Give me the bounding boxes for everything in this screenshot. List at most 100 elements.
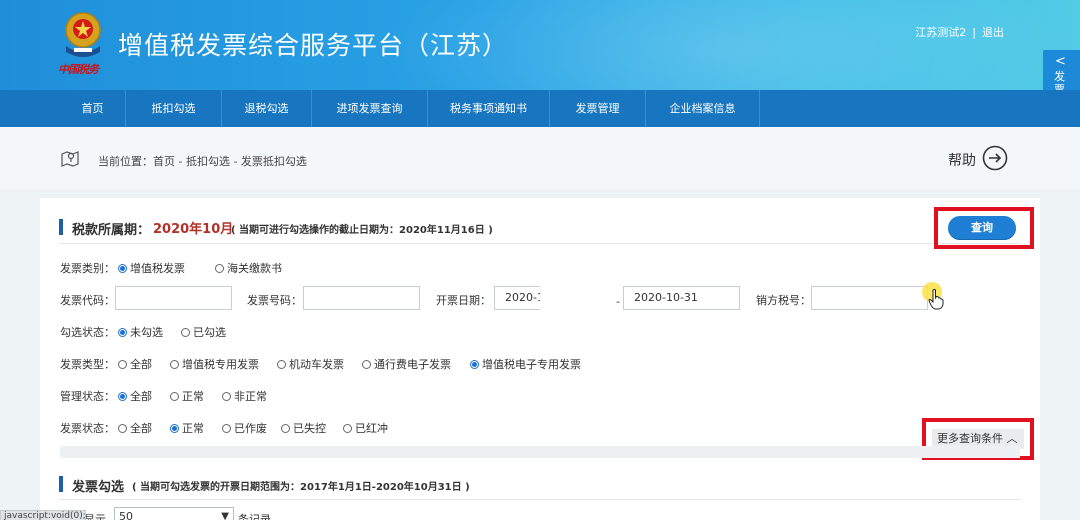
- radio-unchecked-icon: [222, 424, 231, 433]
- invoice-status-label: 发票状态：: [60, 422, 115, 435]
- help-link[interactable]: 帮助: [948, 150, 976, 170]
- highlight-query-box: [934, 207, 1034, 249]
- nav-home[interactable]: 首页: [60, 90, 126, 127]
- page-size-value: 50: [119, 510, 133, 520]
- divider: [60, 243, 1020, 244]
- breadcrumb: 当前位置：首页 - 抵扣勾选 - 发票抵扣勾选: [98, 155, 307, 168]
- radio-unchecked-icon: [118, 360, 127, 369]
- radio-unchecked-icon: [362, 360, 371, 369]
- period-title: 税款所属期：: [72, 223, 151, 238]
- user-separator: |: [972, 26, 976, 39]
- page-size-select[interactable]: 50 ▼: [114, 507, 234, 520]
- nav-company-profile[interactable]: 企业档案信息: [646, 90, 760, 127]
- radio-unchecked-icon: [277, 360, 286, 369]
- user-area: 江苏测试2 | 退出: [915, 24, 1004, 40]
- tax-emblem-icon: [65, 12, 101, 57]
- radio-manage-abnormal[interactable]: 非正常: [222, 388, 267, 404]
- radio-unchecked-icon: [281, 424, 290, 433]
- radio-vat-invoice[interactable]: 增值税发票: [118, 260, 185, 276]
- seller-tax-id-input[interactable]: [811, 286, 928, 310]
- section-marker: [59, 219, 63, 235]
- option-label: 正常: [182, 390, 204, 403]
- site-title: 增值税发票综合服务平台（江苏）: [118, 31, 509, 60]
- radio-checked-icon: [118, 328, 127, 337]
- records-label: 条记录: [238, 513, 271, 520]
- main-nav: 首页 抵扣勾选 退税勾选 进项发票查询 税务事项通知书 发票管理 企业档案信息: [0, 90, 1080, 127]
- brand-signature: 中国税务: [58, 63, 99, 76]
- radio-unchecked-icon: [170, 392, 179, 401]
- select-range-note: ( 当期可勾选发票的开票日期范围为：2017年1月1日-2020年10月31日 …: [132, 482, 470, 493]
- chevron-down-icon: ▼: [221, 511, 229, 520]
- nav-refund-select[interactable]: 退税勾选: [222, 90, 312, 127]
- arrow-right-circle-icon[interactable]: [982, 145, 1008, 171]
- invoice-code-label: 发票代码：: [60, 294, 115, 307]
- invoice-type-label: 发票类型：: [60, 358, 115, 371]
- nav-tax-notice[interactable]: 税务事项通知书: [428, 90, 550, 127]
- period-deadline-note: ( 当期可进行勾选操作的截止日期为：2020年11月16日 ): [231, 225, 493, 236]
- map-location-icon: [61, 151, 79, 167]
- radio-unchecked-icon: [170, 360, 179, 369]
- radio-status-out-of-control[interactable]: 已失控: [281, 420, 326, 436]
- radio-unchecked-icon: [343, 424, 352, 433]
- option-label: 已作废: [234, 422, 267, 435]
- nav-deduction-select[interactable]: 抵扣勾选: [126, 90, 222, 127]
- radio-status-red-reversed[interactable]: 已红冲: [343, 420, 388, 436]
- status-bar-url: javascript:void(0);: [0, 510, 86, 520]
- radio-status-normal[interactable]: 正常: [170, 420, 204, 436]
- radio-unchecked-status[interactable]: 未勾选: [118, 324, 163, 340]
- user-name[interactable]: 江苏测试2: [915, 26, 966, 39]
- invoice-category-label: 发票类别：: [60, 262, 115, 275]
- radio-manage-normal[interactable]: 正常: [170, 388, 204, 404]
- option-label: 增值税发票: [130, 262, 185, 275]
- radio-unchecked-icon: [181, 328, 190, 337]
- option-label: 机动车发票: [289, 358, 344, 371]
- option-label: 海关缴款书: [227, 262, 282, 275]
- option-label: 已失控: [293, 422, 326, 435]
- radio-type-motor-vehicle[interactable]: 机动车发票: [277, 356, 344, 372]
- radio-checked-icon: [170, 424, 179, 433]
- radio-type-vat-special[interactable]: 增值税专用发票: [170, 356, 259, 372]
- hand-cursor-icon: [928, 289, 944, 310]
- option-label: 增值税电子专用发票: [482, 358, 581, 371]
- radio-manage-all[interactable]: 全部: [118, 388, 152, 404]
- radio-checked-status[interactable]: 已勾选: [181, 324, 226, 340]
- invoice-code-input[interactable]: [115, 286, 232, 310]
- radio-customs-bill[interactable]: 海关缴款书: [215, 260, 282, 276]
- radio-type-toll-e-invoice[interactable]: 通行费电子发票: [362, 356, 451, 372]
- radio-type-vat-e-special[interactable]: 增值税电子专用发票: [470, 356, 581, 372]
- radio-unchecked-icon: [215, 264, 224, 273]
- option-label: 未勾选: [130, 326, 163, 339]
- section-gap: [60, 446, 1020, 458]
- issue-date-label: 开票日期：: [436, 294, 491, 307]
- radio-unchecked-icon: [222, 392, 231, 401]
- radio-status-voided[interactable]: 已作废: [222, 420, 267, 436]
- option-label: 已红冲: [355, 422, 388, 435]
- date-picker-overlay: [540, 284, 616, 332]
- option-label: 增值税专用发票: [182, 358, 259, 371]
- chevron-left-icon: <: [1055, 54, 1066, 69]
- radio-checked-icon: [470, 360, 479, 369]
- option-label: 全部: [130, 422, 152, 435]
- manage-status-label: 管理状态：: [60, 390, 115, 403]
- nav-invoice-management[interactable]: 发票管理: [550, 90, 646, 127]
- nav-input-invoice-query[interactable]: 进项发票查询: [312, 90, 428, 127]
- option-label: 全部: [130, 390, 152, 403]
- option-label: 非正常: [234, 390, 267, 403]
- select-section-title: 发票勾选: [72, 480, 125, 495]
- option-label: 已勾选: [193, 326, 226, 339]
- logout-link[interactable]: 退出: [982, 26, 1004, 39]
- radio-status-all[interactable]: 全部: [118, 420, 152, 436]
- radio-unchecked-icon: [118, 424, 127, 433]
- show-label: 显示: [84, 513, 106, 520]
- invoice-number-input[interactable]: [303, 286, 420, 310]
- option-label: 全部: [130, 358, 152, 371]
- option-label: 正常: [182, 422, 204, 435]
- divider: [60, 499, 1020, 500]
- invoice-number-label: 发票号码：: [247, 294, 302, 307]
- radio-type-all[interactable]: 全部: [118, 356, 152, 372]
- issue-date-end-input[interactable]: 2020-10-31: [623, 286, 740, 310]
- radio-checked-icon: [118, 392, 127, 401]
- check-status-label: 勾选状态：: [60, 326, 115, 339]
- date-range-dash: -: [616, 295, 620, 308]
- radio-checked-icon: [118, 264, 127, 273]
